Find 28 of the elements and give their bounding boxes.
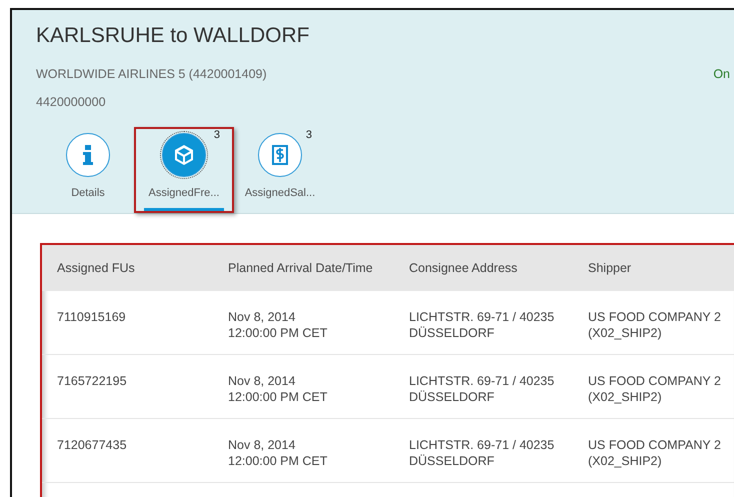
document-number: 4420000000 [36,95,107,109]
table-cell: US FOOD COMPANY 2 (X02_SHIP2) [573,419,734,483]
table-cell: US FOOD COMPANY 2 (X02_SHIP2) [573,291,734,355]
invoice-icon [269,144,291,166]
tab-count: 3 [306,129,312,141]
page-title: KARLSRUHE to WALLDORF [36,24,310,49]
tab-count: 3 [214,129,220,141]
table-cell: LICHTSTR. 69-71 / 40235 DÜSSELDORF [394,419,573,483]
cube-icon [173,144,195,166]
icon-tab[interactable]: 3 AssignedSal... [234,127,326,213]
column-header: Assigned FUs [42,245,213,291]
icon-tab[interactable]: Details [42,127,134,213]
table-cell: 7110915169 [42,291,213,355]
table-cell: LICHTSTR. 69-71 / 40235 DÜSSELDORF [394,355,573,419]
status-text: On [713,67,730,81]
table-cell: US FOOD COMPANY 2 (X02_SHIP2) [573,355,734,419]
column-header: Consignee Address [394,245,573,291]
table-cell: Nov 8, 2014 12:00:00 PM CET [213,419,394,483]
info-icon [82,145,94,165]
carrier-text: WORLDWIDE AIRLINES 5 (4420001409) [36,67,267,81]
icon-tab[interactable]: 3 AssignedFre... [134,127,234,213]
table-cell: Nov 8, 2014 12:00:00 PM CET [213,355,394,419]
column-header: Shipper [573,245,734,291]
table-cell: Nov 8, 2014 12:00:00 PM CET [213,291,394,355]
table-cell: LICHTSTR. 69-71 / 40235 DÜSSELDORF [394,291,573,355]
column-header: Planned Arrival Date/Time [213,245,394,291]
table-cell: 7165722195 [42,355,213,419]
table-cell: 7120677435 [42,419,213,483]
